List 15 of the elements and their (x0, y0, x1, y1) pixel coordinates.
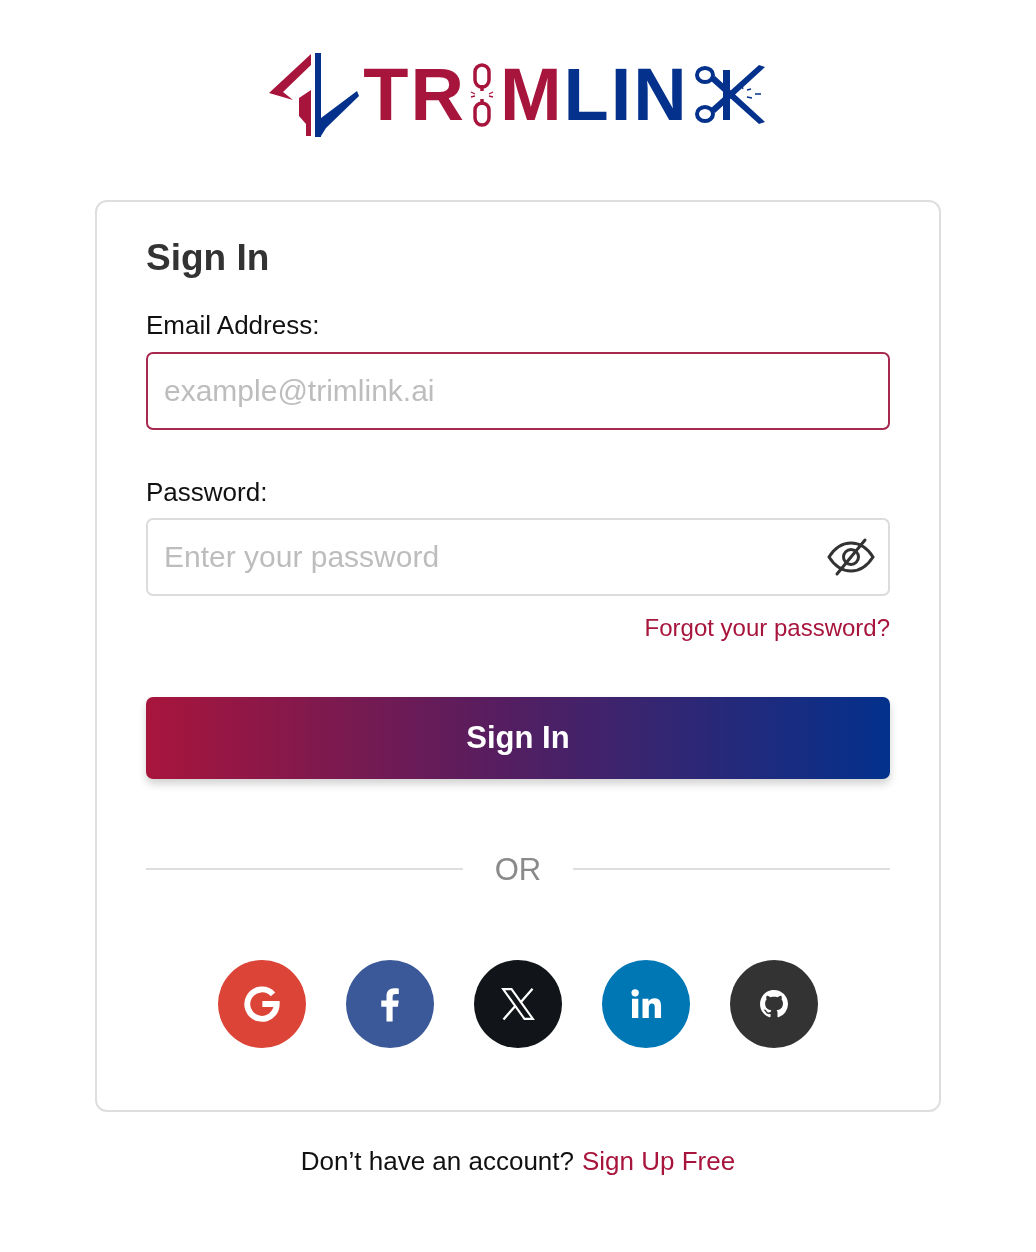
eye-slash-icon[interactable] (826, 536, 876, 577)
logo-text: LIN (563, 58, 689, 132)
divider-label: OR (493, 850, 543, 888)
email-field[interactable]: example@trimlink.ai (146, 351, 890, 430)
logo-mark-icon (269, 52, 360, 138)
sign-in-button[interactable]: Sign In (146, 696, 890, 779)
forgot-password-link[interactable]: Forgot your password? (644, 613, 890, 643)
form-title: Sign In (146, 236, 271, 280)
logo-text: M (499, 58, 564, 132)
logo-text: TR (363, 58, 466, 132)
password-field[interactable]: Enter your password (146, 517, 890, 596)
sign-up-link[interactable]: Sign Up Free (582, 1145, 736, 1178)
signup-prompt: Don’t have an account? (300, 1145, 574, 1178)
field-label: Email Address: (146, 310, 321, 342)
field-label: Password: (146, 476, 269, 508)
